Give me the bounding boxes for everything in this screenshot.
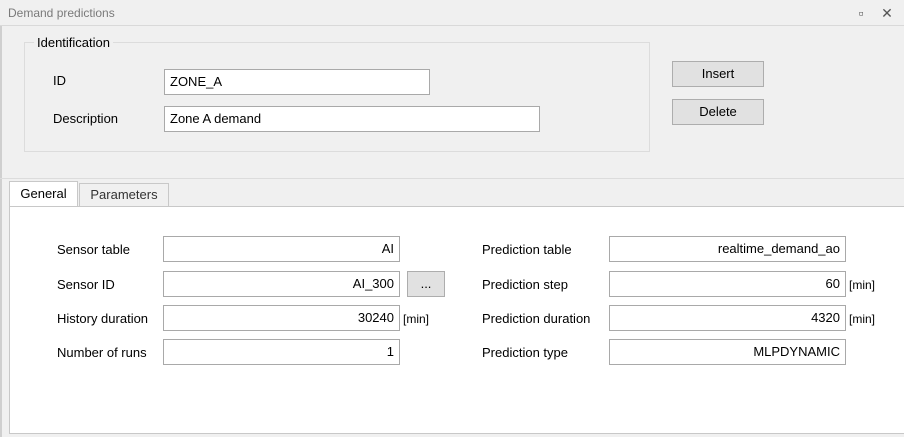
identification-group [24,42,650,152]
title-bar: Demand predictions ▫ ✕ [0,0,904,26]
insert-button[interactable]: Insert [672,61,764,87]
prediction-type-label: Prediction type [482,345,568,360]
section-divider [0,178,904,179]
sensor-id-label: Sensor ID [57,277,115,292]
history-duration-unit: [min] [403,312,430,326]
number-of-runs-field[interactable]: 1 [163,339,400,365]
history-duration-field[interactable]: 30240 [163,305,400,331]
sensor-id-field[interactable]: AI_300 [163,271,400,297]
prediction-type-field[interactable]: MLPDYNAMIC [609,339,846,365]
tab-parameters[interactable]: Parameters [79,183,169,207]
number-of-runs-label: Number of runs [57,345,147,360]
tab-general[interactable]: General [9,181,78,207]
window-left-edge [0,26,2,437]
prediction-duration-label: Prediction duration [482,311,591,326]
prediction-step-field[interactable]: 60 [609,271,846,297]
prediction-step-label: Prediction step [482,277,568,292]
id-field[interactable]: ZONE_A [164,69,430,95]
description-label: Description [53,111,119,126]
restore-icon[interactable]: ▫ [852,4,870,22]
prediction-table-label: Prediction table [482,242,572,257]
description-field[interactable]: Zone A demand [164,106,540,132]
sensor-table-field[interactable]: AI [163,236,400,262]
close-icon[interactable]: ✕ [878,4,896,22]
delete-button[interactable]: Delete [672,99,764,125]
prediction-duration-field[interactable]: 4320 [609,305,846,331]
history-duration-label: History duration [57,311,149,326]
sensor-table-label: Sensor table [57,242,130,257]
prediction-step-unit: [min] [849,278,876,292]
window-title: Demand predictions [8,6,115,20]
browse-sensor-button[interactable]: ... [407,271,445,297]
identification-group-label: Identification [34,35,113,50]
prediction-duration-unit: [min] [849,312,876,326]
prediction-table-field[interactable]: realtime_demand_ao [609,236,846,262]
id-label: ID [53,73,66,88]
